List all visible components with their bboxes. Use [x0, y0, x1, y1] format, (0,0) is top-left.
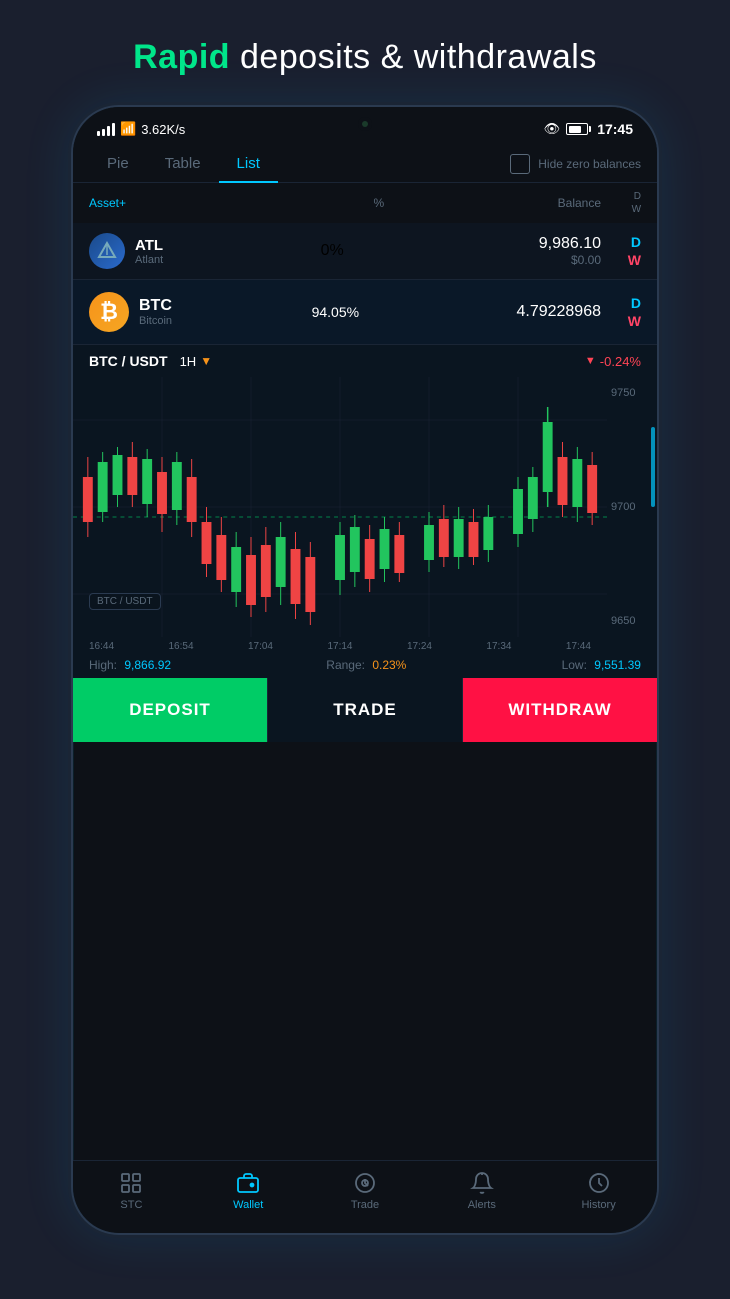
hide-zero-checkbox[interactable]: [510, 154, 530, 174]
stat-range: Range: 0.23%: [326, 658, 406, 672]
price-low-label: 9650: [611, 615, 653, 627]
nav-stc-label: STC: [120, 1199, 142, 1211]
btc-row[interactable]: ₿ BTC Bitcoin 94.05% 4.79228968 D W: [73, 280, 657, 345]
clock-time: 17:45: [597, 121, 633, 137]
nav-alerts[interactable]: Alerts: [423, 1171, 540, 1211]
battery: [566, 123, 591, 135]
chart-svg-area[interactable]: 9750 9700 9650: [73, 377, 657, 637]
eye-icon: 👁: [544, 121, 561, 137]
atl-row[interactable]: ATL Atlant 0% 9,986.10 $0.00 D W: [73, 223, 657, 280]
price-labels: 9750 9700 9650: [607, 377, 657, 637]
deposit-button[interactable]: DEPOSIT: [73, 678, 267, 742]
nav-wallet-label: Wallet: [233, 1199, 263, 1211]
tab-table[interactable]: Table: [147, 145, 219, 182]
stat-high: High: 9,866.92: [89, 658, 171, 672]
price-mid-label: 9700: [611, 501, 653, 513]
btc-balance-main: 4.79228968: [393, 303, 601, 321]
camera-notch: [358, 117, 372, 131]
time-labels: 16:44 16:54 17:04 17:14 17:24 17:34 17:4…: [73, 637, 657, 654]
atl-name-col: ATL Atlant: [135, 237, 278, 266]
scroll-indicator: [651, 427, 655, 507]
btc-w-btn[interactable]: W: [628, 313, 641, 329]
atl-d-btn[interactable]: D: [631, 234, 641, 250]
th-asset: Asset+: [89, 196, 331, 210]
chart-pair: BTC / USDT: [89, 353, 168, 369]
table-header: Asset+ % Balance DW: [73, 183, 657, 223]
atl-pct: 0%: [278, 242, 386, 260]
nav-history-label: History: [581, 1199, 615, 1211]
nav-history[interactable]: History: [540, 1171, 657, 1211]
change-arrow-icon: ▼: [585, 355, 596, 367]
th-pct: %: [331, 196, 428, 210]
btc-name-col: BTC Bitcoin: [139, 297, 278, 327]
btc-dw-col: D W: [609, 295, 641, 329]
hide-zero-label: Hide zero balances: [538, 157, 641, 171]
trade-button[interactable]: TRADE: [267, 678, 463, 742]
atl-dw-col: D W: [609, 234, 641, 268]
th-balance: Balance: [427, 196, 601, 210]
atl-balance-col: 9,986.10 $0.00: [386, 235, 601, 267]
action-buttons: DEPOSIT TRADE WITHDRAW: [73, 678, 657, 742]
th-dw: DW: [609, 190, 641, 216]
phone-wrapper: 📶 3.62K/s 👁 17:45 Pie Table: [0, 105, 730, 1235]
chart-change: ▼ -0.24%: [585, 354, 641, 369]
chart-header: BTC / USDT 1H ▼ ▼ -0.24%: [73, 345, 657, 377]
network-speed: 3.62K/s: [141, 122, 185, 137]
btc-pct: 94.05%: [278, 304, 394, 320]
chart-badge: BTC / USDT: [89, 593, 161, 610]
btc-balance-col: 4.79228968: [393, 303, 601, 321]
nav-trade-label: Trade: [351, 1199, 379, 1211]
atl-fullname: Atlant: [135, 254, 278, 266]
atl-balance-main: 9,986.10: [386, 235, 601, 253]
title-rest: deposits & withdrawals: [230, 38, 597, 76]
nav-stc[interactable]: STC: [73, 1171, 190, 1211]
stat-low: Low: 9,551.39: [562, 658, 641, 672]
price-high-label: 9750: [611, 387, 653, 399]
tab-list[interactable]: List: [219, 145, 278, 182]
btc-symbol: BTC: [139, 297, 278, 315]
phone: 📶 3.62K/s 👁 17:45 Pie Table: [71, 105, 659, 1235]
atl-icon: [89, 233, 125, 269]
tf-label: 1H: [180, 354, 197, 369]
title-rapid: Rapid: [133, 38, 230, 76]
wifi-icon: 📶: [120, 121, 136, 137]
btc-fullname: Bitcoin: [139, 315, 278, 327]
hide-zero-toggle[interactable]: Hide zero balances: [510, 154, 641, 174]
nav-wallet[interactable]: Wallet: [190, 1171, 307, 1211]
chart-container: BTC / USDT 1H ▼ ▼ -0.24%: [73, 345, 657, 678]
atl-symbol: ATL: [135, 237, 278, 254]
bottom-nav: STC Wallet Trade Alerts History: [73, 1160, 657, 1233]
btc-d-btn[interactable]: D: [631, 295, 641, 311]
nav-alerts-label: Alerts: [468, 1199, 496, 1211]
chart-timeframe[interactable]: 1H ▼: [180, 354, 213, 369]
tabs-bar: Pie Table List Hide zero balances: [73, 143, 657, 183]
tab-pie[interactable]: Pie: [89, 145, 147, 182]
btc-icon: ₿: [89, 292, 129, 332]
atl-balance-usd: $0.00: [386, 253, 601, 267]
change-value: -0.24%: [600, 354, 641, 369]
tf-dropdown-icon: ▼: [200, 354, 212, 368]
withdraw-button[interactable]: WITHDRAW: [463, 678, 657, 742]
chart-stats: High: 9,866.92 Range: 0.23% Low: 9,551.3…: [73, 654, 657, 678]
atl-w-btn[interactable]: W: [628, 252, 641, 268]
page-title: Rapid deposits & withdrawals: [0, 0, 730, 105]
nav-trade[interactable]: Trade: [307, 1171, 424, 1211]
